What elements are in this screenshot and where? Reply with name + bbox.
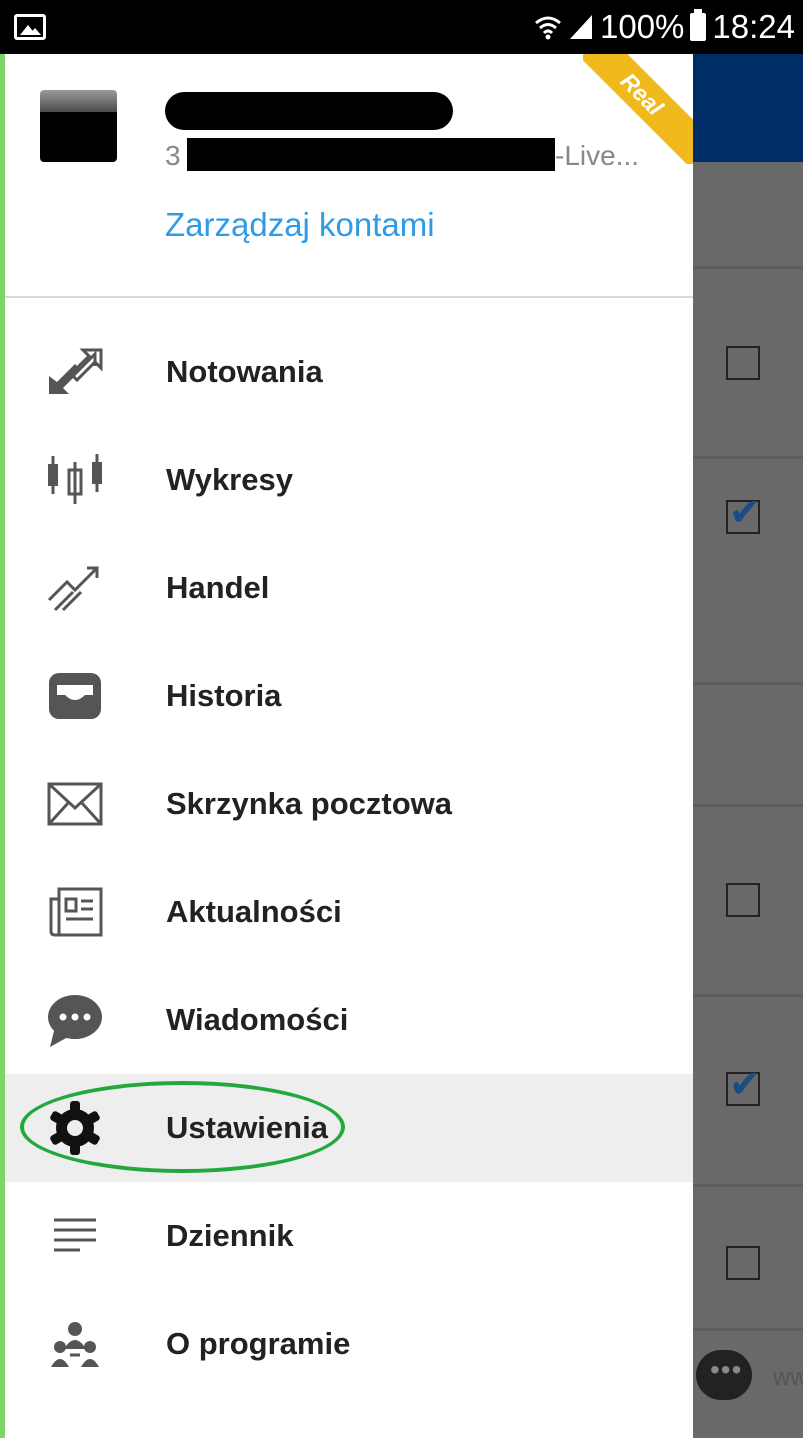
real-account-badge: Real bbox=[583, 54, 693, 164]
battery-percent: 100% bbox=[600, 8, 685, 45]
menu-label: O programie bbox=[166, 1326, 351, 1361]
menu-label: Dziennik bbox=[166, 1218, 294, 1253]
candlestick-icon bbox=[45, 450, 105, 510]
divider bbox=[693, 1328, 803, 1331]
background-app-topbar bbox=[693, 54, 803, 162]
menu-label: Wiadomości bbox=[166, 1002, 349, 1037]
avatar[interactable] bbox=[40, 90, 117, 162]
menu-item-notowania[interactable]: Notowania bbox=[5, 318, 693, 426]
menu-label: Historia bbox=[166, 678, 282, 713]
gallery-icon bbox=[14, 14, 46, 40]
signal-icon bbox=[570, 15, 592, 39]
battery-icon bbox=[690, 9, 707, 41]
check-icon: ✔ bbox=[729, 1064, 761, 1106]
inbox-tray-icon bbox=[45, 666, 105, 726]
menu-item-skrzynka-pocztowa[interactable]: Skrzynka pocztowa bbox=[5, 750, 693, 858]
background-app[interactable]: ✔ ✔ ••• ww bbox=[693, 54, 803, 1438]
account-number-redacted bbox=[187, 138, 555, 171]
wifi-icon bbox=[535, 16, 561, 40]
chat-bubble-icon[interactable]: ••• bbox=[696, 1350, 752, 1400]
menu-label: Wykresy bbox=[166, 462, 293, 497]
newspaper-icon bbox=[45, 882, 105, 942]
menu-label: Notowania bbox=[166, 354, 323, 389]
menu-label: Handel bbox=[166, 570, 270, 605]
menu-item-historia[interactable]: Historia bbox=[5, 642, 693, 750]
navigation-drawer: 3 -Live... Zarządzaj kontami Real Notowa… bbox=[5, 54, 693, 1438]
menu-item-aktualnosci[interactable]: Aktualności bbox=[5, 858, 693, 966]
drawer-menu: Notowania Wykresy Handel Historia Skrzyn… bbox=[5, 318, 693, 1398]
account-number: 3 -Live... bbox=[165, 138, 640, 171]
menu-label: Skrzynka pocztowa bbox=[166, 786, 452, 821]
menu-item-dziennik[interactable]: Dziennik bbox=[5, 1182, 693, 1290]
menu-item-ustawienia[interactable]: Ustawienia bbox=[5, 1074, 693, 1182]
check-icon: ✔ bbox=[729, 492, 761, 534]
divider bbox=[693, 994, 803, 997]
divider bbox=[693, 804, 803, 807]
highlight-circle bbox=[20, 1081, 345, 1173]
divider bbox=[693, 456, 803, 459]
community-icon bbox=[45, 1314, 105, 1374]
account-name-redacted bbox=[165, 92, 453, 130]
menu-item-handel[interactable]: Handel bbox=[5, 534, 693, 642]
menu-item-wiadomosci[interactable]: Wiadomości bbox=[5, 966, 693, 1074]
checkbox-checked[interactable]: ✔ bbox=[726, 1064, 761, 1106]
checkbox[interactable] bbox=[726, 883, 760, 917]
header-divider bbox=[5, 296, 693, 298]
trade-trend-icon bbox=[45, 558, 105, 618]
chat-bubble-icon bbox=[45, 990, 105, 1050]
clock: 18:24 bbox=[712, 8, 795, 45]
envelope-icon bbox=[45, 774, 105, 834]
quotes-arrows-icon bbox=[45, 342, 105, 402]
menu-item-wykresy[interactable]: Wykresy bbox=[5, 426, 693, 534]
status-bar: 100% 18:24 bbox=[0, 0, 803, 54]
manage-accounts-link[interactable]: Zarządzaj kontami bbox=[165, 206, 435, 244]
checkbox[interactable] bbox=[726, 346, 760, 380]
footer-text: ww bbox=[773, 1364, 803, 1391]
status-indicators: 100% 18:24 bbox=[534, 8, 795, 46]
menu-label: Aktualności bbox=[166, 894, 342, 929]
divider bbox=[693, 1184, 803, 1187]
checkbox[interactable] bbox=[726, 1246, 760, 1280]
checkbox-checked[interactable]: ✔ bbox=[726, 492, 761, 534]
menu-item-o-programie[interactable]: O programie bbox=[5, 1290, 693, 1398]
lines-icon bbox=[45, 1206, 105, 1266]
divider bbox=[693, 682, 803, 685]
divider bbox=[693, 266, 803, 269]
